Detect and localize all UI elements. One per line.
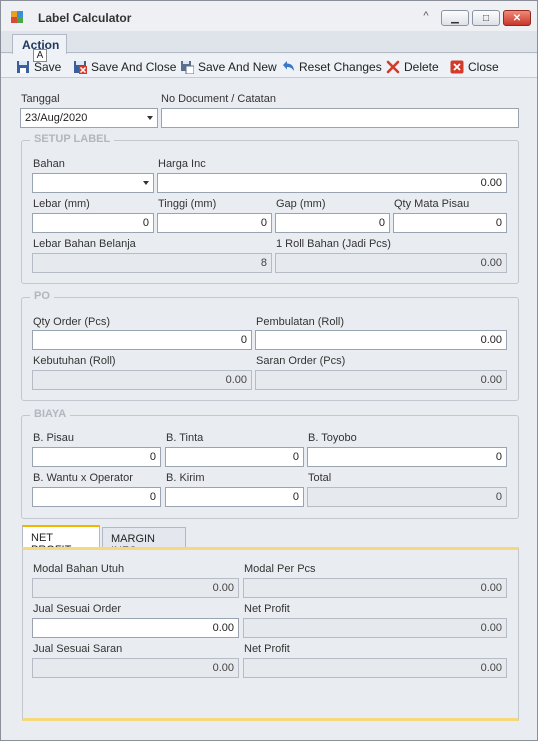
kebutuhan-value: 0.00 — [32, 370, 252, 390]
setup-label-title: SETUP LABEL — [30, 133, 115, 145]
net-profit-order-value: 0.00 — [243, 618, 507, 638]
close-icon: ✕ — [512, 12, 522, 24]
lebar-input[interactable]: 0 — [32, 213, 154, 233]
tab-margin-info[interactable]: MARGIN INFO — [102, 527, 186, 557]
bahan-combo[interactable] — [32, 173, 154, 193]
minimize-button[interactable]: ▁ — [441, 10, 469, 26]
reset-changes-button[interactable]: Reset Changes — [281, 58, 382, 76]
save-and-close-button[interactable]: Save And Close — [73, 58, 176, 76]
jual-sesuai-order-label: Jual Sesuai Order — [33, 603, 122, 615]
saran-order-label: Saran Order (Pcs) — [256, 355, 346, 367]
lebar-bahan-belanja-value: 8 — [32, 253, 272, 273]
toolbar: Save Save And Close Save And New Reset C… — [1, 54, 537, 78]
harga-inc-label: Harga Inc — [158, 158, 206, 170]
pembulatan-label: Pembulatan (Roll) — [256, 316, 345, 328]
b-wantu-input[interactable]: 0 — [32, 487, 161, 507]
harga-inc-input[interactable]: 0.00 — [157, 173, 507, 193]
delete-x-icon — [386, 60, 400, 74]
total-label: Total — [308, 472, 332, 484]
total-value: 0 — [307, 487, 507, 507]
jual-sesuai-saran-value: 0.00 — [32, 658, 239, 678]
jual-sesuai-saran-label: Jual Sesuai Saran — [33, 643, 123, 655]
label-calculator-window: Label Calculator ^ ▁ □ ✕ Action A Save S… — [0, 0, 538, 741]
biaya-title: BIAYA — [30, 408, 71, 420]
roll-bahan-value: 0.00 — [275, 253, 507, 273]
po-title: PO — [30, 290, 54, 302]
b-kirim-label: B. Kirim — [166, 472, 205, 484]
b-toyobo-label: B. Toyobo — [308, 432, 357, 444]
lebar-label: Lebar (mm) — [33, 198, 90, 210]
modal-per-pcs-value: 0.00 — [243, 578, 507, 598]
b-tinta-label: B. Tinta — [166, 432, 204, 444]
net-profit-order-label: Net Profit — [244, 603, 290, 615]
b-pisau-label: B. Pisau — [33, 432, 74, 444]
lebar-bahan-belanja-label: Lebar Bahan Belanja — [33, 238, 136, 250]
net-profit-saran-label: Net Profit — [244, 643, 290, 655]
close-box-icon — [450, 60, 464, 74]
keytip-badge: A — [33, 49, 47, 62]
gap-input[interactable]: 0 — [275, 213, 390, 233]
close-button[interactable]: Close — [450, 58, 499, 76]
window-title: Label Calculator — [38, 11, 132, 25]
delete-button[interactable]: Delete — [386, 58, 439, 76]
no-document-input[interactable] — [161, 108, 519, 128]
modal-per-pcs-label: Modal Per Pcs — [244, 563, 316, 575]
pembulatan-input[interactable]: 0.00 — [255, 330, 507, 350]
tinggi-label: Tinggi (mm) — [158, 198, 217, 210]
app-icon — [11, 11, 23, 23]
qty-order-label: Qty Order (Pcs) — [33, 316, 111, 328]
jual-sesuai-order-input[interactable]: 0.00 — [32, 618, 239, 638]
net-profit-saran-value: 0.00 — [243, 658, 507, 678]
save-new-icon — [180, 60, 195, 75]
tanggal-date-field[interactable]: 23/Aug/2020 — [20, 108, 158, 128]
undo-arrow-icon — [281, 60, 295, 74]
modal-bahan-utuh-value: 0.00 — [32, 578, 239, 598]
modal-bahan-utuh-label: Modal Bahan Utuh — [33, 563, 125, 575]
dropdown-arrow-icon[interactable] — [143, 181, 149, 185]
minimize-icon: ▁ — [451, 12, 459, 24]
dropdown-arrow-icon[interactable] — [147, 116, 153, 120]
ribbon-tab-bar: Action — [1, 31, 537, 54]
bahan-label: Bahan — [33, 158, 65, 170]
save-and-new-button[interactable]: Save And New — [180, 58, 277, 76]
qty-mata-pisau-input[interactable]: 0 — [393, 213, 507, 233]
tanggal-label: Tanggal — [21, 93, 60, 105]
saran-order-value: 0.00 — [255, 370, 507, 390]
save-close-icon — [73, 60, 87, 74]
b-tinta-input[interactable]: 0 — [165, 447, 304, 467]
collapse-ribbon-icon[interactable]: ^ — [419, 10, 433, 24]
qty-mata-pisau-label: Qty Mata Pisau — [394, 198, 470, 210]
maximize-icon: □ — [482, 12, 490, 24]
floppy-disk-icon — [16, 60, 30, 74]
qty-order-input[interactable]: 0 — [32, 330, 252, 350]
gap-label: Gap (mm) — [276, 198, 326, 210]
no-document-label: No Document / Catatan — [161, 93, 276, 105]
b-pisau-input[interactable]: 0 — [32, 447, 161, 467]
b-toyobo-input[interactable]: 0 — [307, 447, 507, 467]
close-window-button[interactable]: ✕ — [503, 10, 531, 26]
kebutuhan-label: Kebutuhan (Roll) — [33, 355, 116, 367]
maximize-button[interactable]: □ — [472, 10, 500, 26]
tab-net-profit[interactable]: NET PROFIT — [22, 525, 100, 556]
tinggi-input[interactable]: 0 — [157, 213, 272, 233]
roll-bahan-label: 1 Roll Bahan (Jadi Pcs) — [276, 238, 391, 250]
title-bar: Label Calculator ^ ▁ □ ✕ — [1, 1, 537, 31]
b-kirim-input[interactable]: 0 — [165, 487, 304, 507]
b-wantu-label: B. Wantu x Operator — [33, 472, 133, 484]
